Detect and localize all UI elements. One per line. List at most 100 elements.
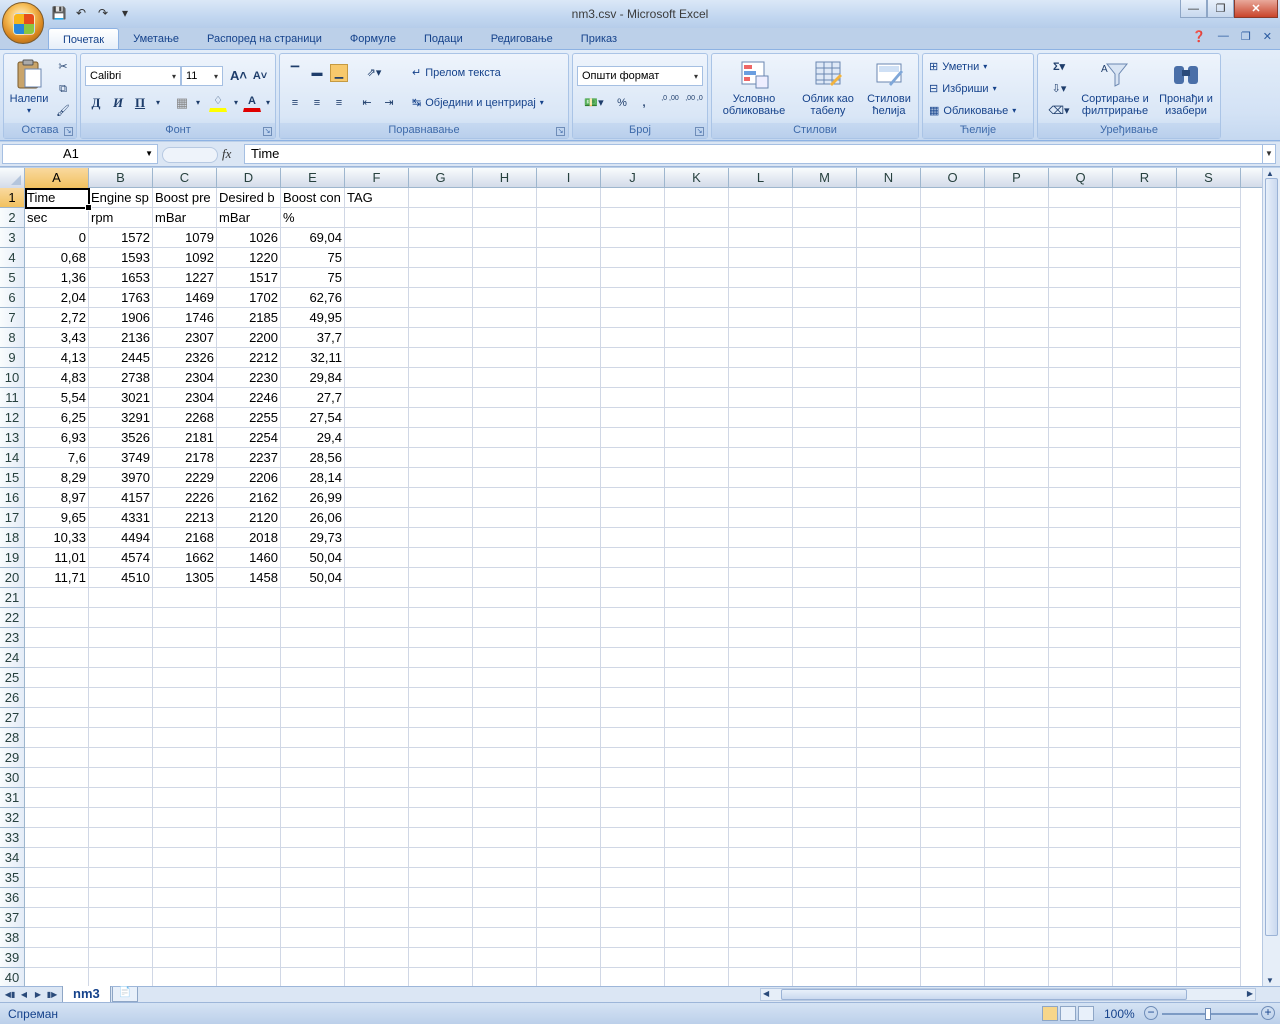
cell-R2[interactable] [1113,208,1177,228]
cell-L14[interactable] [729,448,793,468]
cell-G14[interactable] [409,448,473,468]
cell-R24[interactable] [1113,648,1177,668]
cell-Q14[interactable] [1049,448,1113,468]
cell-P8[interactable] [985,328,1049,348]
column-header-Q[interactable]: Q [1049,168,1113,188]
cell-Q28[interactable] [1049,728,1113,748]
column-header-S[interactable]: S [1177,168,1241,188]
cell-G35[interactable] [409,868,473,888]
cell-S23[interactable] [1177,628,1241,648]
cell-E31[interactable] [281,788,345,808]
cell-Q22[interactable] [1049,608,1113,628]
cell-R28[interactable] [1113,728,1177,748]
find-select-button[interactable]: Пронађи и изабери [1154,58,1218,117]
currency-icon[interactable]: 💵▾ [579,94,609,112]
cell-O3[interactable] [921,228,985,248]
cell-R38[interactable] [1113,928,1177,948]
cell-A25[interactable] [25,668,89,688]
cell-A37[interactable] [25,908,89,928]
formula-input[interactable]: Time [244,144,1264,164]
cell-Q9[interactable] [1049,348,1113,368]
cell-J7[interactable] [601,308,665,328]
cell-G21[interactable] [409,588,473,608]
cell-G15[interactable] [409,468,473,488]
cell-N10[interactable] [857,368,921,388]
cell-R9[interactable] [1113,348,1177,368]
cell-P2[interactable] [985,208,1049,228]
cell-A5[interactable]: 1,36 [25,268,89,288]
cell-R33[interactable] [1113,828,1177,848]
cell-M14[interactable] [793,448,857,468]
cell-N12[interactable] [857,408,921,428]
cell-J20[interactable] [601,568,665,588]
cell-G22[interactable] [409,608,473,628]
row-header[interactable]: 8 [0,328,25,348]
tab-0[interactable]: Почетак [48,28,120,50]
cell-A16[interactable]: 8,97 [25,488,89,508]
cell-J37[interactable] [601,908,665,928]
column-header-A[interactable]: A [25,168,89,188]
cell-G5[interactable] [409,268,473,288]
cell-N39[interactable] [857,948,921,968]
normal-view-icon[interactable] [1042,1006,1058,1021]
cell-S14[interactable] [1177,448,1241,468]
cell-D8[interactable]: 2200 [217,328,281,348]
cell-D33[interactable] [217,828,281,848]
cell-B28[interactable] [89,728,153,748]
cell-R34[interactable] [1113,848,1177,868]
cell-R40[interactable] [1113,968,1177,986]
cell-H26[interactable] [473,688,537,708]
cell-Q37[interactable] [1049,908,1113,928]
cell-B12[interactable]: 3291 [89,408,153,428]
cell-D24[interactable] [217,648,281,668]
cell-O34[interactable] [921,848,985,868]
cell-N25[interactable] [857,668,921,688]
cell-F16[interactable] [345,488,409,508]
cell-H37[interactable] [473,908,537,928]
worksheet-grid[interactable]: ABCDEFGHIJKLMNOPQRS 1 Time Engine sp Boost … [0,168,1262,986]
decrease-decimal-button[interactable]: ,00 ,0 [683,94,705,112]
cell-R11[interactable] [1113,388,1177,408]
insert-function-icon[interactable]: fx [222,146,242,162]
cell-M27[interactable] [793,708,857,728]
cell-B26[interactable] [89,688,153,708]
cell-O18[interactable] [921,528,985,548]
cell-E24[interactable] [281,648,345,668]
cell-K9[interactable] [665,348,729,368]
cell-O15[interactable] [921,468,985,488]
cell-F4[interactable] [345,248,409,268]
cell-Q31[interactable] [1049,788,1113,808]
cell-H22[interactable] [473,608,537,628]
cell-P28[interactable] [985,728,1049,748]
cell-P9[interactable] [985,348,1049,368]
cell-H29[interactable] [473,748,537,768]
row-header[interactable]: 5 [0,268,25,288]
cell-B35[interactable] [89,868,153,888]
cell-M36[interactable] [793,888,857,908]
cell-F27[interactable] [345,708,409,728]
cell-M34[interactable] [793,848,857,868]
cell-P22[interactable] [985,608,1049,628]
cell-F29[interactable] [345,748,409,768]
row-header[interactable]: 2 [0,208,25,228]
cell-F34[interactable] [345,848,409,868]
cell-H14[interactable] [473,448,537,468]
cell-L25[interactable] [729,668,793,688]
cell-O21[interactable] [921,588,985,608]
cell-B19[interactable]: 4574 [89,548,153,568]
cell-N36[interactable] [857,888,921,908]
cell-R1[interactable] [1113,188,1177,208]
cell-P20[interactable] [985,568,1049,588]
cell-G3[interactable] [409,228,473,248]
row-header[interactable]: 4 [0,248,25,268]
cell-N38[interactable] [857,928,921,948]
cell-H30[interactable] [473,768,537,788]
cell-I28[interactable] [537,728,601,748]
cell-C13[interactable]: 2181 [153,428,217,448]
cell-F28[interactable] [345,728,409,748]
cell-O32[interactable] [921,808,985,828]
cell-N5[interactable] [857,268,921,288]
cell-F33[interactable] [345,828,409,848]
cell-F18[interactable] [345,528,409,548]
cell-A35[interactable] [25,868,89,888]
